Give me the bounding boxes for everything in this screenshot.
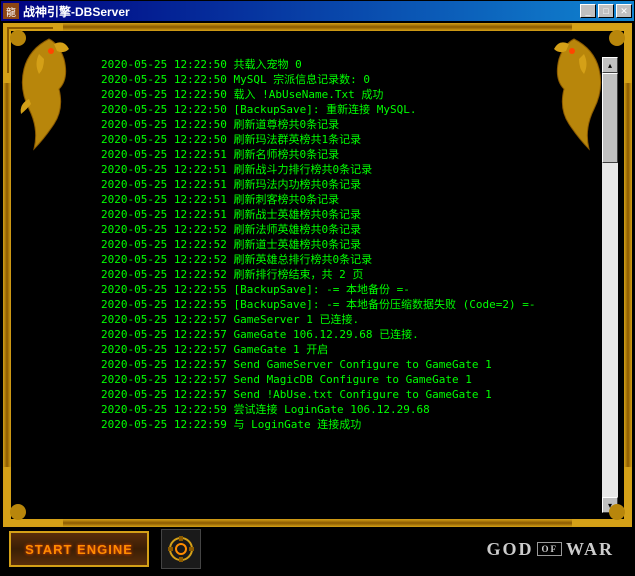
log-line: 2020-05-25 12:22:57 Send !AbUse.txt Conf… — [101, 387, 594, 402]
log-line: 2020-05-25 12:22:50 载入 !AbUseName.Txt 成功 — [101, 87, 594, 102]
log-line: 2020-05-25 12:22:52 刷新道士英雄榜共0条记录 — [101, 237, 594, 252]
bottom-toolbar: START ENGINE GOD OF WAR — [9, 527, 626, 571]
log-line: 2020-05-25 12:22:52 刷新法师英雄榜共0条记录 — [101, 222, 594, 237]
log-line: 2020-05-25 12:22:50 MySQL 宗派信息记录数: 0 — [101, 72, 594, 87]
log-line: 2020-05-25 12:22:57 GameGate 106.12.29.6… — [101, 327, 594, 342]
gear-icon — [167, 535, 195, 563]
window-controls: _ □ ✕ — [580, 4, 632, 18]
scroll-up-button[interactable]: ▴ — [602, 57, 618, 73]
log-line: 2020-05-25 12:22:51 刷新战士英雄榜共0条记录 — [101, 207, 594, 222]
window-title: 战神引擎-DBServer — [23, 3, 580, 20]
log-line: 2020-05-25 12:22:51 刷新玛法内功榜共0条记录 — [101, 177, 594, 192]
client-area: 2020-05-25 12:22:50 共载入宠物 02020-05-25 12… — [1, 21, 634, 575]
log-text: 2020-05-25 12:22:50 共载入宠物 02020-05-25 12… — [13, 33, 602, 517]
log-line: 2020-05-25 12:22:57 GameServer 1 已连接. — [101, 312, 594, 327]
god-of-war-logo: GOD OF WAR — [486, 539, 614, 560]
log-line: 2020-05-25 12:22:55 [BackupSave]: -= 本地备… — [101, 282, 594, 297]
log-line: 2020-05-25 12:22:51 刷新刺客榜共0条记录 — [101, 192, 594, 207]
scroll-thumb[interactable] — [602, 73, 618, 163]
log-line: 2020-05-25 12:22:57 GameGate 1 开启 — [101, 342, 594, 357]
titlebar[interactable]: 龍 战神引擎-DBServer _ □ ✕ — [1, 1, 634, 21]
app-window: 龍 战神引擎-DBServer _ □ ✕ 2020-05-25 12:22:5… — [0, 0, 635, 576]
maximize-button[interactable]: □ — [598, 4, 614, 18]
logo-text-war: WAR — [566, 539, 614, 560]
frame-edge-right — [624, 81, 632, 467]
settings-button[interactable] — [161, 529, 201, 569]
close-button[interactable]: ✕ — [616, 4, 632, 18]
log-line: 2020-05-25 12:22:50 共载入宠物 0 — [101, 57, 594, 72]
vertical-scrollbar[interactable]: ▴ ▾ — [602, 57, 618, 513]
minimize-button[interactable]: _ — [580, 4, 596, 18]
logo-text-god: GOD — [486, 539, 533, 560]
log-line: 2020-05-25 12:22:52 刷新英雄总排行榜共0条记录 — [101, 252, 594, 267]
log-line: 2020-05-25 12:22:50 刷新玛法群英榜共1条记录 — [101, 132, 594, 147]
log-line: 2020-05-25 12:22:55 [BackupSave]: -= 本地备… — [101, 297, 594, 312]
start-engine-button[interactable]: START ENGINE — [9, 531, 149, 567]
log-line: 2020-05-25 12:22:50 刷新道尊榜共0条记录 — [101, 117, 594, 132]
log-line: 2020-05-25 12:22:52 刷新排行榜结束，共 2 页 — [101, 267, 594, 282]
log-line: 2020-05-25 12:22:57 Send MagicDB Configu… — [101, 372, 594, 387]
log-line: 2020-05-25 12:22:51 刷新战斗力排行榜共0条记录 — [101, 162, 594, 177]
frame-edge-bottom — [61, 519, 574, 527]
app-icon: 龍 — [3, 3, 19, 19]
log-line: 2020-05-25 12:22:57 Send GameServer Conf… — [101, 357, 594, 372]
frame-edge-top — [61, 23, 574, 31]
log-line: 2020-05-25 12:22:59 与 LoginGate 连接成功 — [101, 417, 594, 432]
log-line: 2020-05-25 12:22:51 刷新名师榜共0条记录 — [101, 147, 594, 162]
logo-text-of: OF — [537, 542, 562, 556]
log-line: 2020-05-25 12:22:50 [BackupSave]: 重新连接 M… — [101, 102, 594, 117]
scroll-down-button[interactable]: ▾ — [602, 497, 618, 513]
frame-edge-left — [3, 81, 11, 467]
log-line: 2020-05-25 12:22:59 尝试连接 LoginGate 106.1… — [101, 402, 594, 417]
scroll-track[interactable] — [602, 73, 618, 497]
log-panel: 2020-05-25 12:22:50 共载入宠物 02020-05-25 12… — [13, 33, 622, 517]
